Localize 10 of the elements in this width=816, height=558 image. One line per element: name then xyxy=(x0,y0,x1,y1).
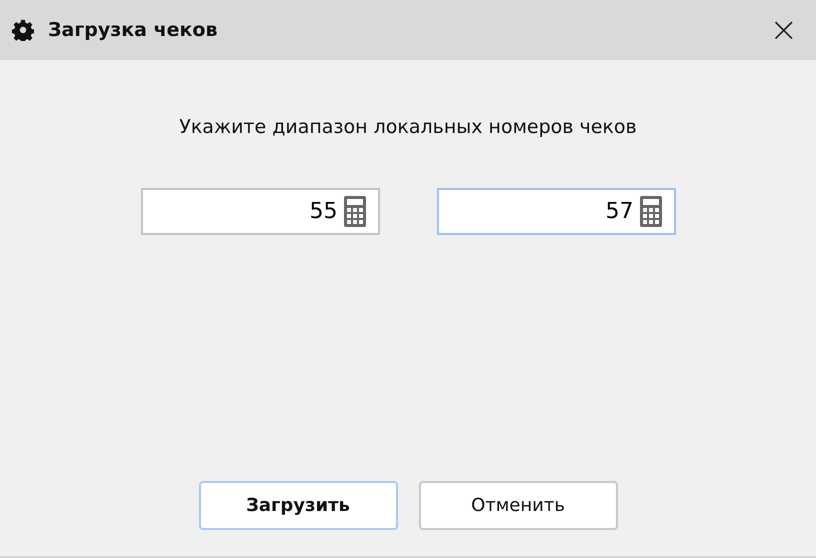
close-button[interactable]: × xyxy=(766,13,802,47)
cancel-button[interactable]: Отменить xyxy=(418,481,618,530)
number-field[interactable]: 55 xyxy=(140,188,380,235)
prompt-text: Укажите диапазон локальных номеров чеков xyxy=(179,116,637,138)
number-field[interactable]: 57 xyxy=(436,188,676,235)
settings-icon xyxy=(12,19,34,41)
calculator-icon[interactable] xyxy=(344,196,366,227)
load-button[interactable]: Загрузить xyxy=(198,481,398,530)
window-title: Загрузка чеков xyxy=(48,19,219,41)
calculator-icon[interactable] xyxy=(640,196,662,227)
